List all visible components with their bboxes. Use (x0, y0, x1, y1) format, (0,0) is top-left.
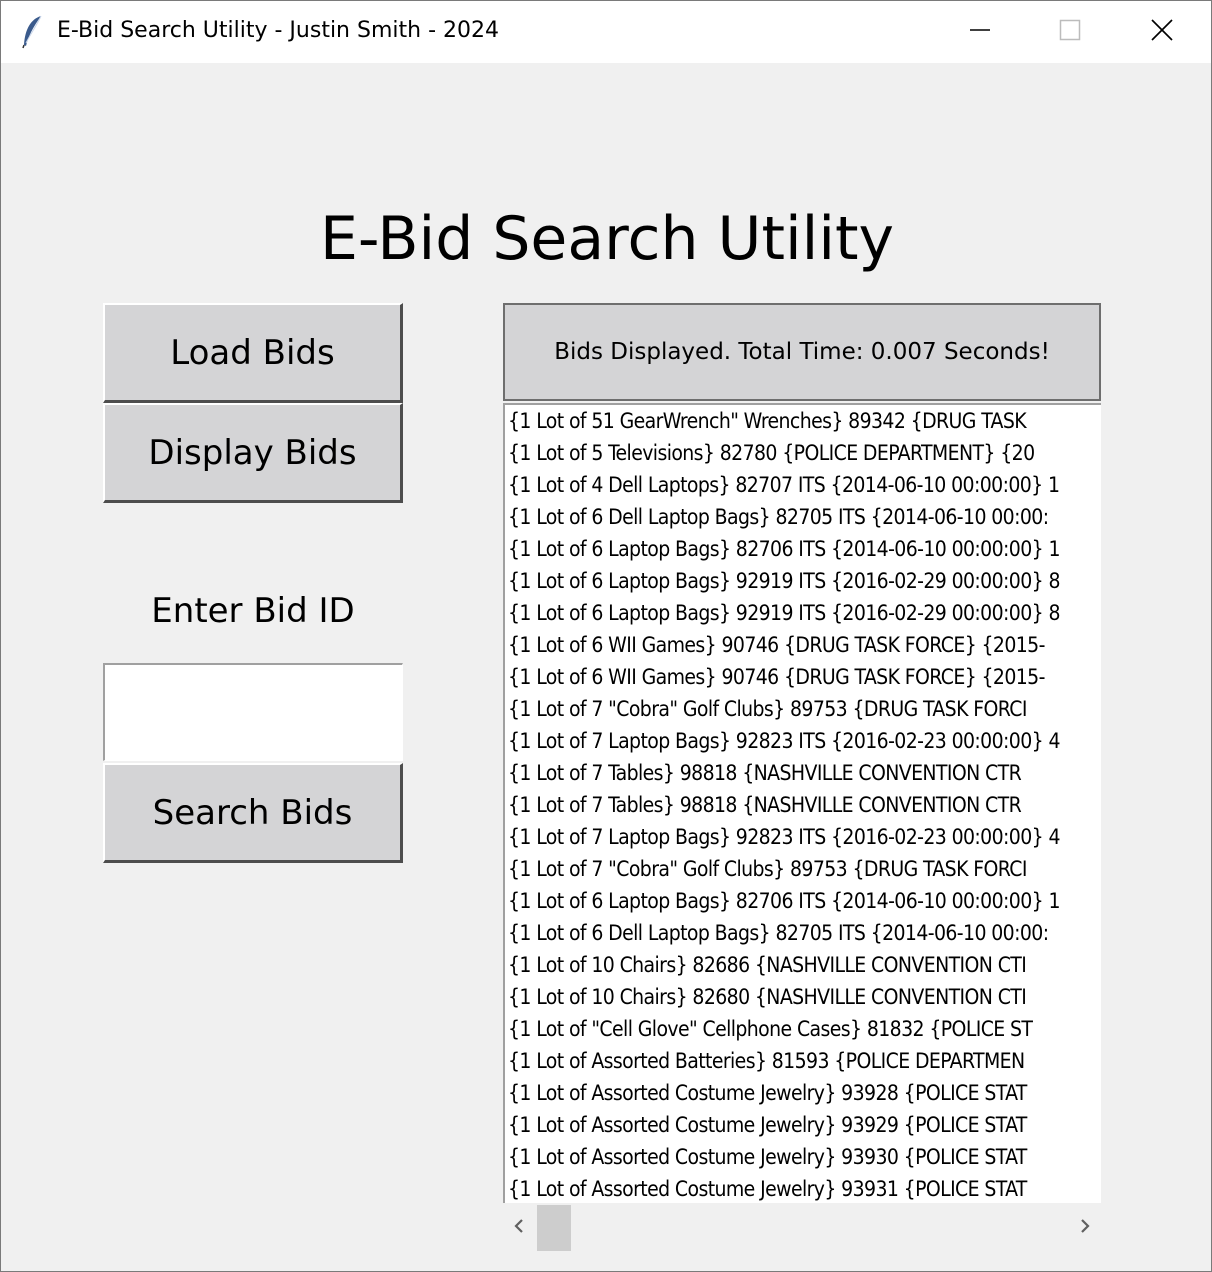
scroll-left-button[interactable] (503, 1203, 535, 1253)
close-icon (1150, 18, 1174, 46)
scroll-thumb[interactable] (537, 1205, 571, 1251)
minimize-button[interactable] (935, 1, 1025, 63)
list-item[interactable]: {1 Lot of 7 "Cobra" Golf Clubs} 89753 {D… (505, 693, 1101, 725)
list-item[interactable]: {1 Lot of 7 Tables} 98818 {NASHVILLE CON… (505, 789, 1101, 821)
list-item[interactable]: {1 Lot of 6 Laptop Bags} 92919 ITS {2016… (505, 597, 1101, 629)
list-item[interactable]: {1 Lot of 51 GearWrench" Wrenches} 89342… (505, 405, 1101, 437)
bid-id-label: Enter Bid ID (151, 591, 355, 631)
list-item[interactable]: {1 Lot of 6 Dell Laptop Bags} 82705 ITS … (505, 501, 1101, 533)
chevron-right-icon (1078, 1217, 1092, 1239)
list-item[interactable]: {1 Lot of 6 Laptop Bags} 82706 ITS {2014… (505, 885, 1101, 917)
search-bids-button[interactable]: Search Bids (103, 763, 403, 863)
list-item[interactable]: {1 Lot of Assorted Costume Jewelry} 9392… (505, 1109, 1101, 1141)
list-item[interactable]: {1 Lot of Assorted Costume Jewelry} 9393… (505, 1141, 1101, 1173)
list-item[interactable]: {1 Lot of 7 Laptop Bags} 92823 ITS {2016… (505, 821, 1101, 853)
list-item[interactable]: {1 Lot of 7 "Cobra" Golf Clubs} 89753 {D… (505, 853, 1101, 885)
list-item[interactable]: {1 Lot of 7 Tables} 98818 {NASHVILLE CON… (505, 757, 1101, 789)
close-button[interactable] (1117, 1, 1207, 63)
app-window: E-Bid Search Utility - Justin Smith - 20… (0, 0, 1212, 1272)
maximize-button[interactable] (1025, 1, 1115, 63)
list-item[interactable]: {1 Lot of Assorted Costume Jewelry} 9392… (505, 1077, 1101, 1109)
window-title: E-Bid Search Utility - Justin Smith - 20… (57, 18, 499, 43)
list-item[interactable]: {1 Lot of 6 Laptop Bags} 92919 ITS {2016… (505, 565, 1101, 597)
status-message: Bids Displayed. Total Time: 0.007 Second… (503, 303, 1101, 401)
bids-listbox[interactable]: {1 Lot of 51 GearWrench" Wrenches} 89342… (503, 403, 1101, 1203)
list-item[interactable]: {1 Lot of 6 Dell Laptop Bags} 82705 ITS … (505, 917, 1101, 949)
list-item[interactable]: {1 Lot of 6 WII Games} 90746 {DRUG TASK … (505, 629, 1101, 661)
list-item[interactable]: {1 Lot of 10 Chairs} 82686 {NASHVILLE CO… (505, 949, 1101, 981)
bid-id-input[interactable] (103, 663, 403, 761)
maximize-icon (1059, 19, 1081, 45)
list-item[interactable]: {1 Lot of "Cell Glove" Cellphone Cases} … (505, 1013, 1101, 1045)
list-item[interactable]: {1 Lot of 4 Dell Laptops} 82707 ITS {201… (505, 469, 1101, 501)
minimize-icon (969, 19, 991, 45)
list-item[interactable]: {1 Lot of 10 Chairs} 82680 {NASHVILLE CO… (505, 981, 1101, 1013)
title-bar[interactable]: E-Bid Search Utility - Justin Smith - 20… (1, 1, 1211, 63)
feather-icon (21, 15, 45, 49)
scroll-right-button[interactable] (1069, 1203, 1101, 1253)
list-item[interactable]: {1 Lot of Assorted Costume Jewelry} 9393… (505, 1173, 1101, 1203)
list-item[interactable]: {1 Lot of 5 Televisions} 82780 {POLICE D… (505, 437, 1101, 469)
list-item[interactable]: {1 Lot of 6 Laptop Bags} 82706 ITS {2014… (505, 533, 1101, 565)
load-bids-button[interactable]: Load Bids (103, 303, 403, 403)
chevron-left-icon (512, 1217, 526, 1239)
list-item[interactable]: {1 Lot of 6 WII Games} 90746 {DRUG TASK … (505, 661, 1101, 693)
horizontal-scrollbar[interactable] (503, 1203, 1101, 1253)
list-item[interactable]: {1 Lot of Assorted Batteries} 81593 {POL… (505, 1045, 1101, 1077)
display-bids-button[interactable]: Display Bids (103, 403, 403, 503)
page-title: E-Bid Search Utility (319, 204, 895, 274)
list-item[interactable]: {1 Lot of 7 Laptop Bags} 92823 ITS {2016… (505, 725, 1101, 757)
